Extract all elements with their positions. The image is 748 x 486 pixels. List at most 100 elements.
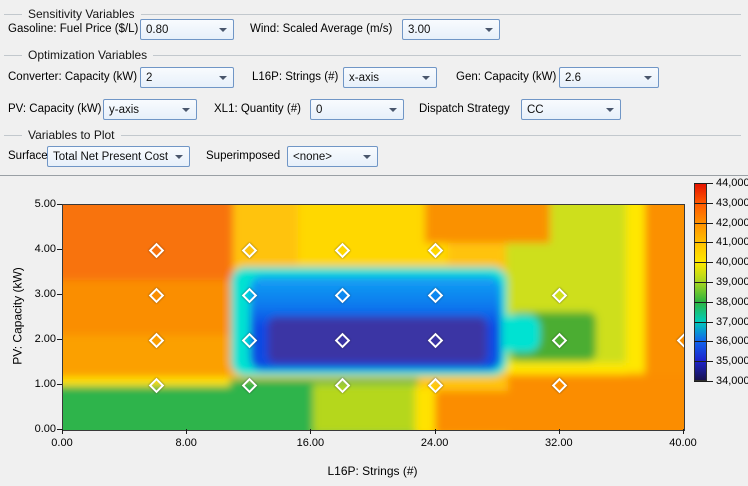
colorbar-tick-mark (694, 282, 713, 283)
group-line (120, 134, 741, 136)
x-tick-mark (434, 429, 436, 434)
colorbar-tick-mark (694, 242, 713, 244)
chevron-down-icon (485, 28, 493, 32)
colorbar-tick-label: 34,000 (716, 375, 748, 387)
colorbar-tick-mark (694, 361, 713, 363)
y-axis-title: PV: Capacity (kW) (10, 267, 25, 365)
y-tick-label: 2.00 (34, 333, 56, 345)
chevron-down-icon (175, 155, 183, 159)
colorbar-tick-label: 42,000 (716, 216, 748, 229)
combobox-value: 0.80 (146, 23, 169, 36)
group-title: Optimization Variables (28, 48, 148, 62)
group-header-variables-to-plot: Variables to Plot (4, 128, 741, 142)
colorbar-tick-mark (694, 341, 713, 343)
x-tick-label: 24.00 (420, 437, 449, 449)
x-tick-mark (186, 429, 188, 434)
group-header-optimization: Optimization Variables (4, 48, 741, 62)
app-window: Sensitivity Variables Gasoline: Fuel Pri… (0, 0, 748, 486)
combobox-value: 2.6 (565, 71, 581, 84)
y-tick-mark (57, 204, 62, 205)
y-tick-mark (57, 384, 62, 385)
superimposed-label: Superimposed (206, 150, 281, 162)
converter-capacity-combobox[interactable]: 2 (140, 67, 234, 88)
surface-combobox[interactable]: Total Net Present Cost (47, 146, 190, 167)
colorbar-tick-mark (694, 202, 713, 204)
group-line (140, 13, 741, 15)
x-tick-mark (683, 429, 684, 434)
surface-label: Surface (8, 150, 48, 162)
x-tick-label: 8.00 (175, 437, 197, 449)
y-tick-label: 0.00 (34, 423, 56, 435)
plot-surface (62, 204, 685, 431)
pv-capacity-combobox[interactable]: y-axis (103, 99, 197, 120)
wind-average-combobox[interactable]: 3.00 (402, 19, 500, 40)
x-tick-mark (62, 429, 63, 434)
colorbar-tick-label: 38,000 (716, 295, 748, 308)
xl1-quantity-label: XL1: Quantity (#) (214, 103, 301, 115)
colorbar-tick-mark (694, 321, 713, 323)
fuel-price-label: Gasoline: Fuel Price ($/L) (8, 23, 139, 35)
gen-capacity-combobox[interactable]: 2.6 (559, 67, 659, 88)
converter-capacity-label: Converter: Capacity (kW) (8, 71, 138, 83)
x-tick-label: 0.00 (51, 437, 73, 449)
x-axis-title: L16P: Strings (#) (327, 464, 418, 478)
x-tick-mark (310, 429, 312, 434)
colorbar-tick-label: 40,000 (716, 256, 748, 269)
x-tick-label: 40.00 (669, 437, 697, 449)
colorbar-tick-label: 39,000 (716, 276, 748, 288)
x-tick-mark (558, 429, 560, 434)
y-tick-label: 5.00 (34, 198, 56, 210)
pv-capacity-label: PV: Capacity (kW) (8, 103, 102, 115)
chevron-down-icon (422, 76, 430, 80)
y-tick-mark (57, 249, 62, 250)
colorbar-tick-label: 43,000 (716, 196, 748, 209)
combobox-value: Total Net Present Cost (53, 150, 169, 163)
colorbar-tick-label: 36,000 (716, 335, 748, 348)
group-line (4, 13, 22, 15)
x-tick-label: 32.00 (545, 437, 573, 449)
xl1-quantity-combobox[interactable]: 0 (310, 99, 404, 120)
colorbar-tick-mark (694, 301, 713, 303)
colorbar-tick-mark (694, 183, 713, 184)
wind-average-label: Wind: Scaled Average (m/s) (250, 23, 393, 35)
dispatch-strategy-label: Dispatch Strategy (419, 103, 510, 115)
l16p-strings-combobox[interactable]: x-axis (343, 67, 437, 88)
chevron-down-icon (219, 28, 227, 32)
group-title: Variables to Plot (28, 128, 115, 142)
superimposed-combobox[interactable]: <none> (287, 146, 378, 167)
y-tick-label: 1.00 (34, 378, 56, 390)
y-tick-label: 3.00 (34, 288, 56, 300)
x-tick-label: 16.00 (296, 437, 325, 449)
combobox-value: x-axis (349, 71, 380, 84)
fuel-price-combobox[interactable]: 0.80 (140, 19, 234, 40)
colorbar-tick-mark (694, 222, 713, 224)
group-line (4, 134, 22, 136)
combobox-value: <none> (293, 150, 333, 163)
chevron-down-icon (644, 76, 652, 80)
combobox-value: 0 (316, 103, 323, 116)
combobox-value: CC (527, 103, 544, 116)
group-line (153, 54, 741, 56)
chevron-down-icon (219, 76, 227, 80)
l16p-strings-label: L16P: Strings (#) (252, 71, 339, 83)
colorbar-tick-label: 44,000 (716, 177, 748, 189)
gen-capacity-label: Gen: Capacity (kW) (456, 71, 557, 83)
chevron-down-icon (182, 108, 190, 112)
combobox-value: 3.00 (408, 23, 431, 36)
y-tick-mark (57, 339, 62, 340)
group-line (4, 54, 22, 56)
combobox-value: y-axis (109, 103, 140, 116)
colorbar-tick-mark (694, 381, 713, 382)
y-tick-mark (57, 294, 62, 295)
chevron-down-icon (363, 155, 371, 159)
colorbar-tick-label: 41,000 (716, 236, 748, 249)
dispatch-strategy-combobox[interactable]: CC (521, 99, 621, 120)
chevron-down-icon (389, 108, 397, 112)
colorbar-tick-label: 35,000 (716, 355, 748, 368)
heatmap-surface (63, 205, 684, 430)
combobox-value: 2 (146, 71, 153, 84)
separator-line (0, 175, 748, 176)
y-tick-label: 4.00 (34, 243, 56, 255)
chevron-down-icon (606, 108, 614, 112)
colorbar-tick-label: 37,000 (716, 315, 748, 328)
